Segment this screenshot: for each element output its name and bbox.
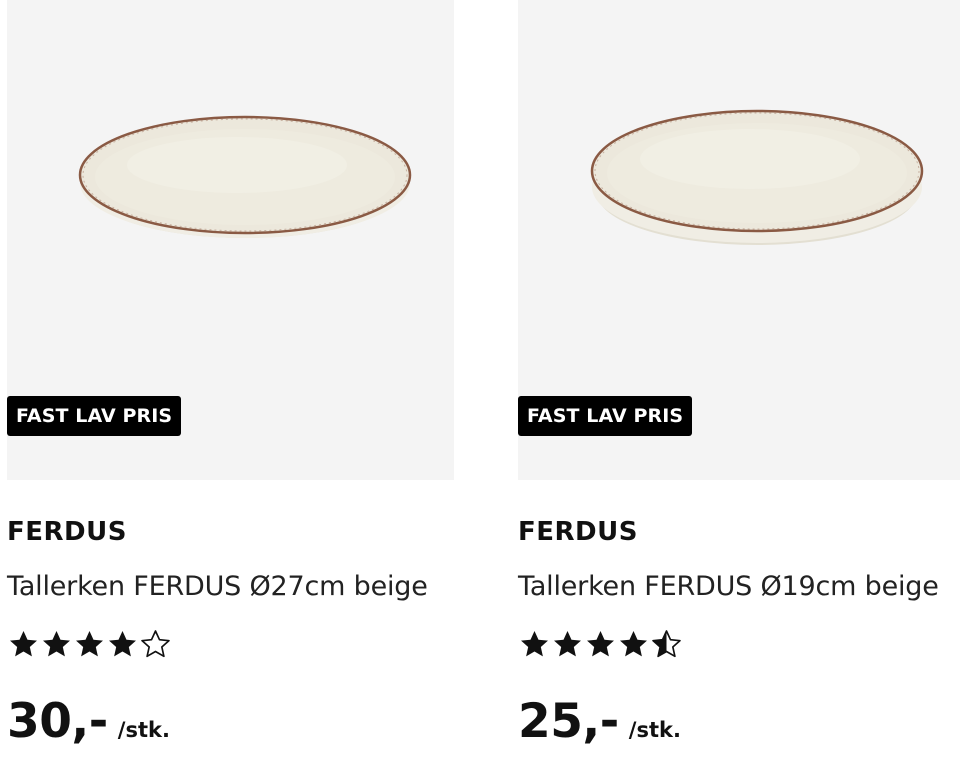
price-unit: /stk. xyxy=(117,718,170,742)
star-full-icon xyxy=(40,628,73,661)
star-full-icon xyxy=(617,628,650,661)
plate-image xyxy=(590,109,924,245)
star-full-icon xyxy=(73,628,106,661)
star-full-icon xyxy=(7,628,40,661)
star-full-icon xyxy=(584,628,617,661)
rating-stars xyxy=(7,628,172,662)
product-card[interactable]: FAST LAV PRIS FERDUS Tallerken FERDUS Ø2… xyxy=(7,0,454,769)
product-title[interactable]: Tallerken FERDUS Ø27cm beige xyxy=(7,571,428,602)
star-full-icon xyxy=(551,628,584,661)
product-brand: FERDUS xyxy=(7,517,127,547)
product-title[interactable]: Tallerken FERDUS Ø19cm beige xyxy=(518,571,939,602)
price-value: 30,- xyxy=(7,694,108,749)
star-empty-icon xyxy=(139,628,172,661)
promo-badge: FAST LAV PRIS xyxy=(7,396,182,436)
star-full-icon xyxy=(106,628,139,661)
product-brand: FERDUS xyxy=(518,517,638,547)
rating-stars xyxy=(518,628,683,662)
product-price: 25,- /stk. xyxy=(518,694,681,749)
star-half-icon xyxy=(650,628,683,661)
star-full-icon xyxy=(518,628,551,661)
price-unit: /stk. xyxy=(628,718,681,742)
plate-image xyxy=(78,115,412,238)
product-card[interactable]: FAST LAV PRIS FERDUS Tallerken FERDUS Ø1… xyxy=(518,0,960,769)
promo-badge: FAST LAV PRIS xyxy=(518,396,693,436)
price-value: 25,- xyxy=(518,694,619,749)
product-image[interactable]: FAST LAV PRIS xyxy=(518,0,960,480)
product-price: 30,- /stk. xyxy=(7,694,170,749)
product-image[interactable]: FAST LAV PRIS xyxy=(7,0,454,480)
